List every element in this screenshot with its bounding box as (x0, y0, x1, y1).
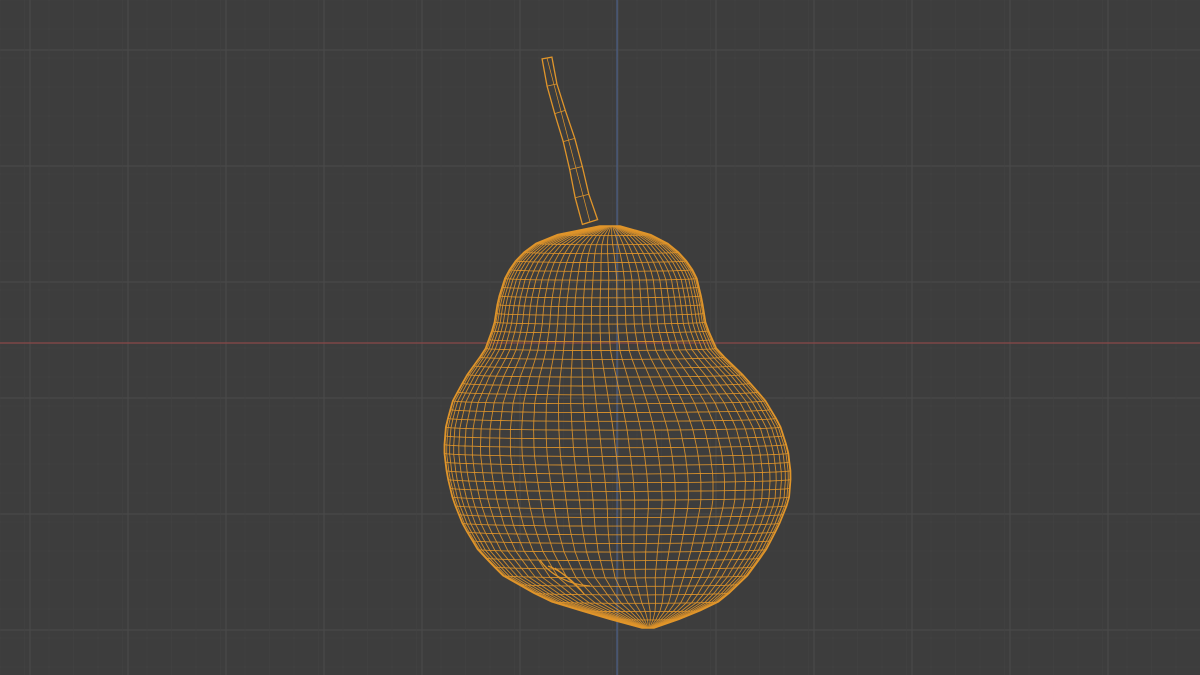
mesh-meridian (613, 225, 689, 629)
mesh-meridian (617, 225, 746, 629)
mesh-meridian (599, 225, 649, 629)
stem-ring (575, 193, 589, 199)
mesh-meridian (590, 225, 648, 629)
mesh-meridian (612, 225, 676, 629)
mesh-meridian (453, 225, 643, 629)
mesh-meridian (619, 225, 786, 629)
stem-edge (546, 57, 591, 223)
mesh-meridian (619, 225, 782, 629)
mesh-meridian (606, 226, 649, 629)
stem-ring (547, 83, 557, 87)
pear-stem-wireframe[interactable] (541, 56, 599, 226)
stem-outline (541, 56, 599, 226)
mesh-meridian (533, 225, 646, 629)
3d-viewport[interactable] (0, 0, 1200, 675)
mesh-meridian (614, 225, 702, 629)
mesh-meridian (545, 225, 646, 629)
mesh-meridian (458, 225, 643, 629)
viewport-canvas[interactable] (0, 0, 1200, 675)
